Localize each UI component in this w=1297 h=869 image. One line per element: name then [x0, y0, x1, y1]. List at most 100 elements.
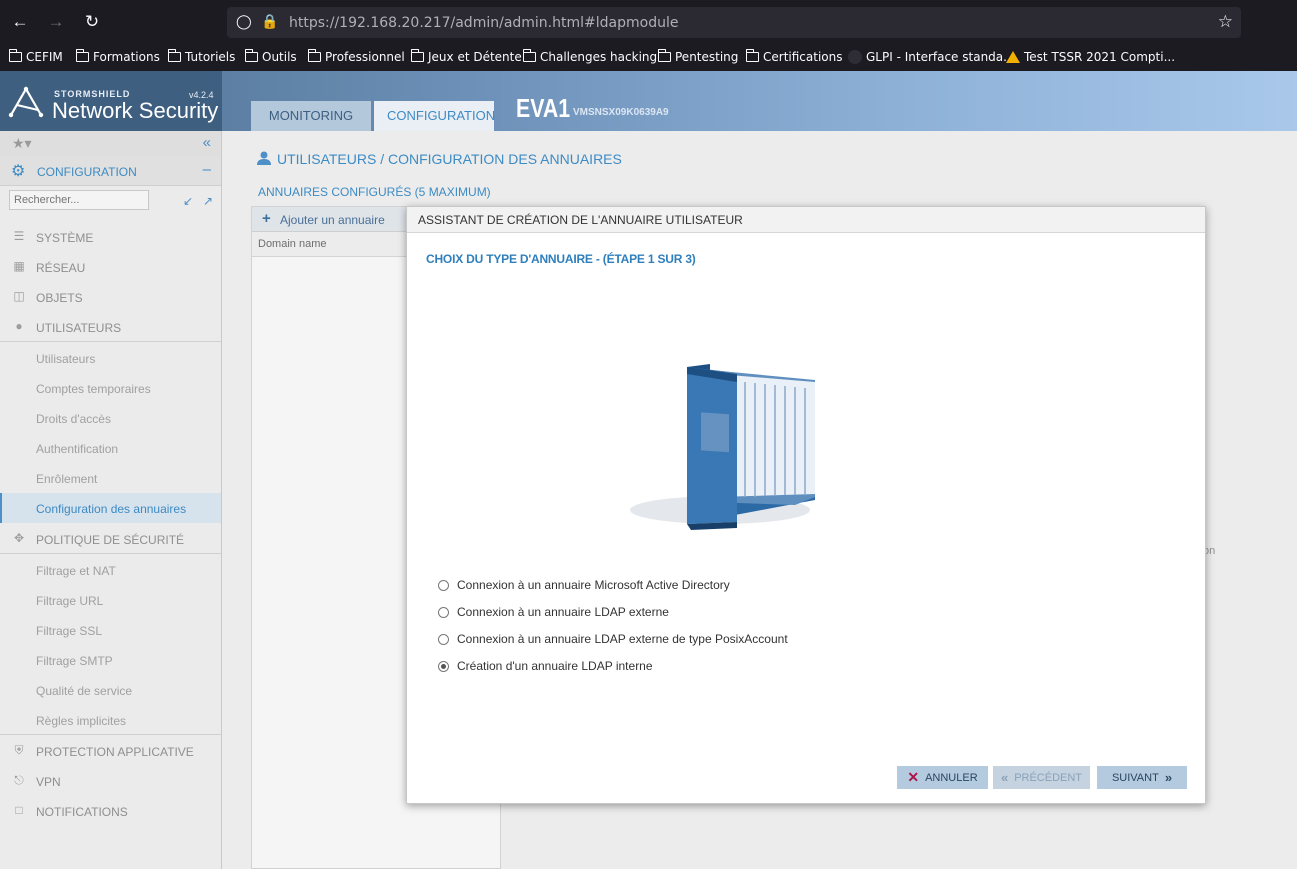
google-drive-icon: [1006, 51, 1020, 63]
bookmark-star-icon[interactable]: ☆: [1218, 12, 1233, 32]
wizard-step-label: CHOIX DU TYPE D'ANNUAIRE - (ÉTAPE 1 SUR …: [426, 252, 696, 266]
sidebar-item-comptes-temporaires[interactable]: Comptes temporaires: [0, 373, 221, 403]
option-label: Connexion à un annuaire Microsoft Active…: [457, 578, 730, 592]
sidebar-item-filtrage-url[interactable]: Filtrage URL: [0, 585, 221, 615]
sidebar-search-input[interactable]: [9, 190, 149, 210]
option-label: Création d'un annuaire LDAP interne: [457, 659, 653, 673]
bookmark-item[interactable]: Jeux et Détente: [410, 49, 522, 65]
sidebar-item-label: Filtrage URL: [36, 594, 104, 608]
plus-icon: +: [262, 210, 271, 227]
collapse-all-icon[interactable]: ↙: [183, 194, 193, 208]
reload-icon[interactable]: ↻: [82, 12, 102, 32]
sidebar-item-systeme[interactable]: ☰ SYSTÈME: [0, 222, 221, 252]
bookmark-item[interactable]: Certifications: [745, 49, 842, 65]
sidebar-item-utilisateurs[interactable]: ● UTILISATEURS: [0, 312, 221, 342]
directory-book-illustration-icon: [630, 364, 815, 530]
sidebar-item-label: Utilisateurs: [36, 352, 96, 366]
version-label: v4.2.4: [189, 90, 214, 100]
sidebar-item-label: Enrôlement: [36, 472, 98, 486]
bookmark-item[interactable]: Test TSSR 2021 Compti...: [1006, 49, 1175, 65]
cancel-button[interactable]: ✕ ANNULER: [897, 766, 988, 789]
option-ldap-posix[interactable]: Connexion à un annuaire LDAP externe de …: [438, 631, 788, 647]
folder-icon: [8, 49, 22, 62]
next-label: SUIVANT: [1111, 771, 1159, 784]
folder-icon: [522, 49, 536, 62]
sidebar-section-configuration[interactable]: ⚙ CONFIGURATION –: [0, 156, 221, 186]
radio-button-selected[interactable]: [438, 660, 449, 672]
radio-button[interactable]: [438, 579, 449, 591]
double-chevron-right-icon: »: [1164, 770, 1173, 785]
sidebar-item-filtrage-nat[interactable]: Filtrage et NAT: [0, 555, 221, 585]
folder-icon: [307, 49, 321, 62]
bookmark-label: Test TSSR 2021 Compti...: [1024, 50, 1176, 64]
sidebar-item-protection-applicative[interactable]: ⛨ PROTECTION APPLICATIVE: [0, 736, 221, 766]
option-ldap-internal[interactable]: Création d'un annuaire LDAP interne: [438, 658, 653, 674]
sidebar-item-label: Qualité de service: [36, 684, 133, 698]
sidebar-item-reseau[interactable]: ▦ RÉSEAU: [0, 252, 221, 282]
sidebar-item-label: Droits d'accès: [36, 412, 111, 426]
sidebar: ★▾ « ⚙ CONFIGURATION – ↙ ↗ ☰ SYSTÈME ▦ RÉS…: [0, 131, 222, 869]
sidebar-item-configuration-annuaires[interactable]: Configuration des annuaires: [0, 493, 221, 523]
sliders-icon: ☰: [13, 229, 25, 243]
sidebar-item-vpn[interactable]: ⎋ VPN: [0, 766, 221, 796]
configured-directories-label: ANNUAIRES CONFIGURÉS (5 MAXIMUM): [258, 185, 491, 199]
notification-icon: □: [15, 803, 23, 817]
sidebar-item-regles-implicites[interactable]: Règles implicites: [0, 705, 221, 735]
sidebar-item-enrolement[interactable]: Enrôlement: [0, 463, 221, 493]
sidebar-item-label: UTILISATEURS: [36, 321, 122, 335]
dialog-title: ASSISTANT DE CRÉATION DE L'ANNUAIRE UTIL…: [407, 207, 1205, 233]
url-text[interactable]: https://192.168.20.217/admin/admin.html#…: [289, 15, 678, 31]
logo[interactable]: STORMSHIELD Network Security v4.2.4: [0, 71, 222, 131]
tab-monitoring[interactable]: MONITORING: [251, 101, 371, 131]
sidebar-item-filtrage-smtp[interactable]: Filtrage SMTP: [0, 645, 221, 675]
bookmark-label: Professionnel: [325, 50, 405, 64]
bookmark-item[interactable]: CEFIM: [8, 49, 63, 65]
bookmarks-bar: CEFIM Formations Tutoriels Outils Profes…: [0, 44, 1297, 71]
sidebar-item-label: RÉSEAU: [36, 261, 86, 275]
sidebar-item-authentification[interactable]: Authentification: [0, 433, 221, 463]
next-button[interactable]: SUIVANT »: [1097, 766, 1187, 789]
bookmark-item[interactable]: Professionnel: [307, 49, 405, 65]
bookmark-item[interactable]: Tutoriels: [167, 49, 235, 65]
sidebar-item-droits-acces[interactable]: Droits d'accès: [0, 403, 221, 433]
bookmark-item[interactable]: Outils: [244, 49, 297, 65]
radio-button[interactable]: [438, 633, 449, 645]
database-icon: ◫: [13, 289, 25, 303]
bookmark-item[interactable]: Challenges hacking: [522, 49, 657, 65]
sidebar-item-objets[interactable]: ◫ OBJETS: [0, 282, 221, 312]
option-active-directory[interactable]: Connexion à un annuaire Microsoft Active…: [438, 577, 730, 593]
sidebar-item-label: PROTECTION APPLICATIVE: [36, 745, 194, 759]
radio-button[interactable]: [438, 606, 449, 618]
sidebar-item-utilisateurs-sub[interactable]: Utilisateurs: [0, 343, 221, 373]
sidebar-item-label: POLITIQUE DE SÉCURITÉ: [36, 533, 185, 547]
bookmark-label: CEFIM: [26, 50, 63, 64]
back-arrow-icon[interactable]: ←: [10, 12, 30, 32]
brand-main: Network Security: [52, 98, 219, 123]
sidebar-item-filtrage-ssl[interactable]: Filtrage SSL: [0, 615, 221, 645]
url-bar[interactable]: ◯ 🔒 https://192.168.20.217/admin/admin.h…: [227, 7, 1241, 38]
shield-icon[interactable]: ◯: [236, 13, 252, 30]
folder-icon: [657, 49, 671, 62]
collapse-section-icon[interactable]: –: [203, 161, 211, 178]
bookmark-item[interactable]: Pentesting: [657, 49, 738, 65]
favorites-star-icon[interactable]: ★▾: [12, 135, 32, 152]
sidebar-item-label: Comptes temporaires: [36, 382, 151, 396]
collapse-sidebar-icon[interactable]: «: [203, 134, 211, 151]
folder-icon: [167, 49, 181, 62]
sidebar-item-qualite-service[interactable]: Qualité de service: [0, 675, 221, 705]
sidebar-item-notifications[interactable]: □ NOTIFICATIONS: [0, 796, 221, 826]
tab-configuration[interactable]: CONFIGURATION: [374, 101, 495, 131]
bookmark-item[interactable]: GLPI - Interface standa...: [848, 49, 1015, 65]
option-ldap-external[interactable]: Connexion à un annuaire LDAP externe: [438, 604, 669, 620]
network-icon: ▦: [13, 259, 25, 273]
browser-toolbar: ← → ↻ ◯ 🔒 https://192.168.20.217/admin/a…: [0, 0, 1297, 44]
column-header-label: Domain name: [258, 238, 327, 250]
page-title: UTILISATEURS / CONFIGURATION DES ANNUAIR…: [277, 151, 622, 167]
forward-arrow-icon[interactable]: →: [46, 12, 66, 32]
previous-label: PRÉCÉDENT: [1014, 771, 1083, 784]
previous-button[interactable]: « PRÉCÉDENT: [993, 766, 1090, 789]
expand-all-icon[interactable]: ↗: [203, 194, 213, 208]
bookmark-item[interactable]: Formations: [75, 49, 160, 65]
lock-icon[interactable]: 🔒: [261, 13, 278, 30]
sidebar-item-politique-securite[interactable]: ✥ POLITIQUE DE SÉCURITÉ: [0, 524, 221, 554]
